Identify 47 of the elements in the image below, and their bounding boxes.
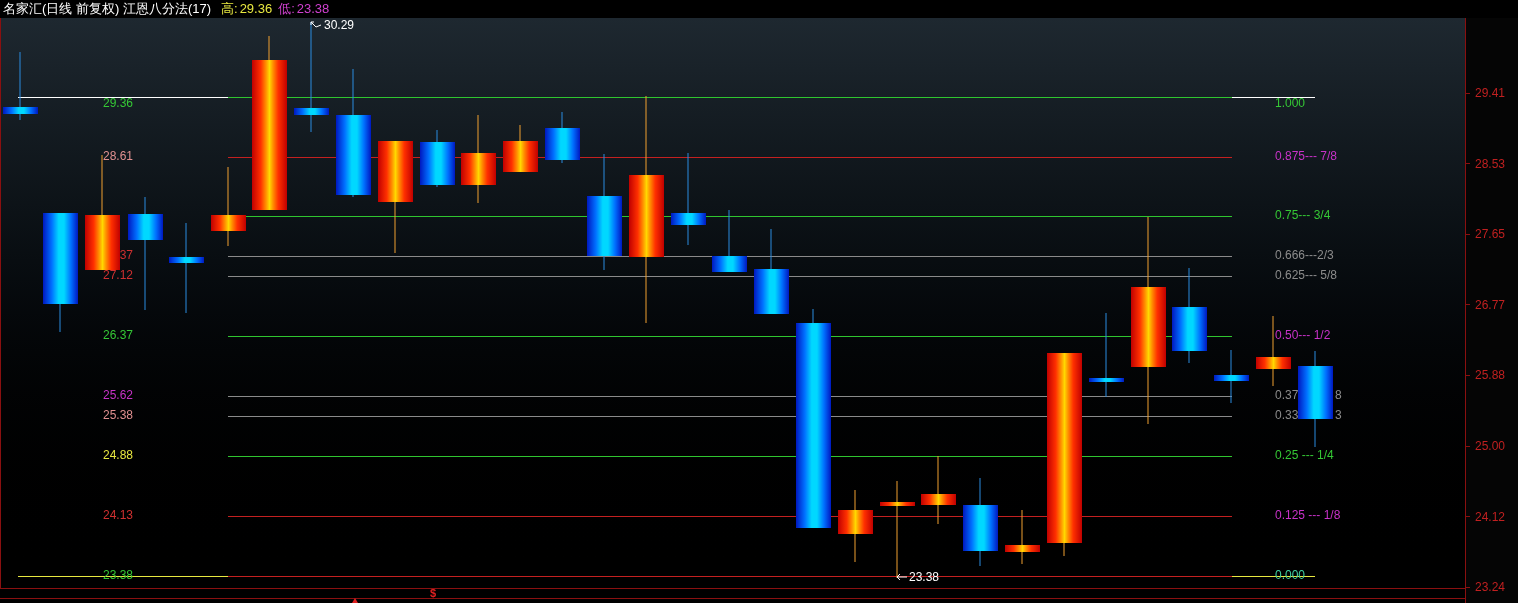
ratio-label: 0.50--- 1/2 xyxy=(1275,328,1331,342)
ratio-label: 3 xyxy=(1335,408,1342,422)
price-level-label: 24.88 xyxy=(102,448,133,462)
candlestick xyxy=(420,129,455,188)
price-level-label: 29.36 xyxy=(102,96,133,110)
candlestick xyxy=(3,51,38,121)
ratio-label: 0.33 xyxy=(1275,408,1299,422)
chart-title: 名家汇(日线 前复权) 江恩八分法(17) xyxy=(3,0,211,19)
low-value: 23.38 xyxy=(296,0,330,19)
axis-tick-label: 25.00 xyxy=(1475,439,1506,453)
axis-tick-label: 26.77 xyxy=(1475,297,1506,312)
candlestick xyxy=(503,124,538,173)
arrow-icon xyxy=(896,573,908,581)
ratio-label: 8 xyxy=(1335,388,1342,402)
signal-marker: $ xyxy=(430,587,437,599)
axis-tick-label: 23.24 xyxy=(1475,580,1506,595)
axis-tick-label: 29.41 xyxy=(1475,86,1506,100)
price-level-label: 25.38 xyxy=(102,408,133,422)
triangle-icon xyxy=(352,598,358,603)
ratio-label: 0.37 xyxy=(1275,388,1299,402)
axis-tick-label: 24.12 xyxy=(1475,509,1506,524)
ratio-label: 0.125 --- 1/8 xyxy=(1275,508,1341,522)
candlestick xyxy=(921,455,956,525)
high-value: 29.36 xyxy=(239,0,273,19)
ratio-label: 0.25 --- 1/4 xyxy=(1275,448,1334,462)
candlestick xyxy=(1214,349,1249,404)
ratio-label: 0.875--- 7/8 xyxy=(1275,149,1338,163)
price-level-label: 27.12 xyxy=(102,268,133,282)
price-level-label: 24.13 xyxy=(102,508,133,522)
arrow-icon xyxy=(310,21,322,29)
candlestick xyxy=(1005,509,1040,565)
price-level-label: 28.61 xyxy=(102,149,133,163)
candlestick xyxy=(545,111,580,164)
ratio-label: 1.000 xyxy=(1275,96,1306,110)
ratio-label: 0.625--- 5/8 xyxy=(1275,268,1338,282)
axis-tick-label: 25.88 xyxy=(1475,368,1506,383)
low-label: 低: xyxy=(278,0,295,19)
price-level-label: 25.62 xyxy=(102,388,133,402)
ratio-label: 0.666---2/3 xyxy=(1275,248,1334,262)
axis-tick-label: 27.65 xyxy=(1475,227,1506,242)
high-label: 高: xyxy=(221,0,238,19)
axis-tick-label: 28.53 xyxy=(1475,156,1506,171)
ratio-label: 0.75--- 3/4 xyxy=(1275,208,1331,222)
price-level-label: 37 xyxy=(119,248,133,262)
high-marker: 30.29 xyxy=(324,18,355,32)
price-level-label: 26.37 xyxy=(102,328,133,342)
candlestick xyxy=(712,209,747,273)
